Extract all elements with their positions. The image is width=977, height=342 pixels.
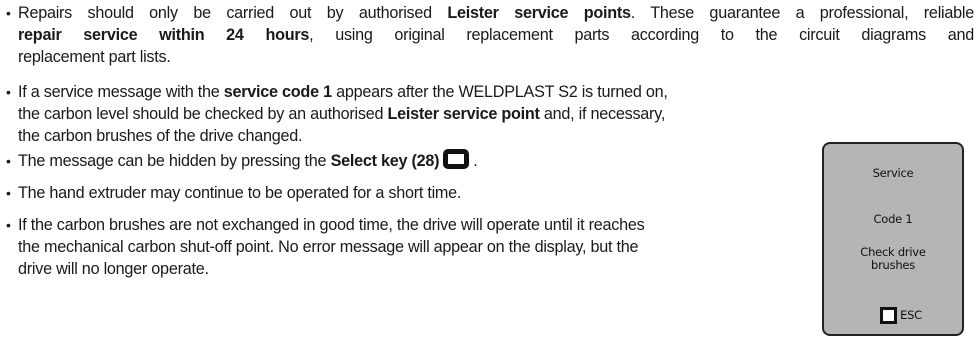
bullet-line: repair service within 24 hours, using or… <box>6 24 974 46</box>
bullet-line: • Repairs should only be carried out by a… <box>6 2 974 24</box>
bullet-line: replacement part lists. <box>6 46 974 68</box>
text-bold: Select key (28) <box>330 152 440 170</box>
bullet-dot: • <box>6 84 11 100</box>
select-key-icon <box>443 149 470 169</box>
text-bold: Leister service points <box>447 4 631 22</box>
text: If the carbon brushes are not exchanged … <box>18 216 645 234</box>
text: replacement part lists. <box>18 48 171 66</box>
bullet-line: drive will no longer operate. <box>6 258 806 280</box>
text: drive will no longer operate. <box>18 260 209 278</box>
esc-key-icon <box>880 306 898 324</box>
text: the carbon brushes of the drive changed. <box>18 127 303 145</box>
panel-message-line: brushes <box>871 258 915 272</box>
bullet-dot: • <box>6 5 11 21</box>
text-bold: repair service within 24 hours <box>18 26 310 44</box>
text-bold: service code 1 <box>223 83 332 101</box>
bullet-repairs: • Repairs should only be carried out by a… <box>6 2 974 68</box>
bullet-dot: • <box>6 217 11 233</box>
bullet-line: • The message can be hidden by pressing t… <box>6 149 806 172</box>
bullet-continue-operation: • The hand extruder may continue to be op… <box>6 182 806 204</box>
text: The hand extruder may continue to be ope… <box>18 184 462 202</box>
bullet-dot: • <box>6 153 11 169</box>
bullet-service-code: • If a service message with the service c… <box>6 81 806 147</box>
text-bold: Leister service point <box>387 105 540 123</box>
text: The message can be hidden by pressing th… <box>18 152 331 170</box>
bullet-line: • The hand extruder may continue to be op… <box>6 182 806 204</box>
panel-message: Check drive brushes <box>824 246 962 272</box>
bullet-dot: • <box>6 185 11 201</box>
text: and, if necessary, <box>539 105 666 123</box>
text: the carbon level should be checked by an… <box>18 105 388 123</box>
panel-code: Code 1 <box>873 212 913 226</box>
document-page: • Repairs should only be carried out by a… <box>0 0 977 342</box>
bullet-line: the carbon brushes of the drive changed. <box>6 125 806 147</box>
bullet-carbon-brushes: • If the carbon brushes are not exchanged… <box>6 214 806 280</box>
bullet-line: • If a service message with the service c… <box>6 81 806 103</box>
bullet-line: • If the carbon brushes are not exchanged… <box>6 214 806 236</box>
text: . <box>473 152 478 170</box>
text: , using original replacement parts accor… <box>309 26 975 44</box>
service-display-panel: Service Code 1 Check drive brushes ESC <box>822 142 964 336</box>
panel-esc: ESC <box>824 304 962 326</box>
bullet-line: the carbon level should be checked by an… <box>6 103 806 125</box>
text: . These guarantee a professional, reliab… <box>630 4 974 22</box>
text: If a service message with the <box>18 83 224 101</box>
bullet-line: the mechanical carbon shut-off point. No… <box>6 236 806 258</box>
text: appears after the WELDPLAST S2 is turned… <box>331 83 668 101</box>
text: the mechanical carbon shut-off point. No… <box>18 238 639 256</box>
panel-title: Service <box>872 166 914 180</box>
panel-esc-label: ESC <box>900 308 922 322</box>
text: Repairs should only be carried out by au… <box>18 4 448 22</box>
bullet-hide-message: • The message can be hidden by pressing t… <box>6 149 806 172</box>
